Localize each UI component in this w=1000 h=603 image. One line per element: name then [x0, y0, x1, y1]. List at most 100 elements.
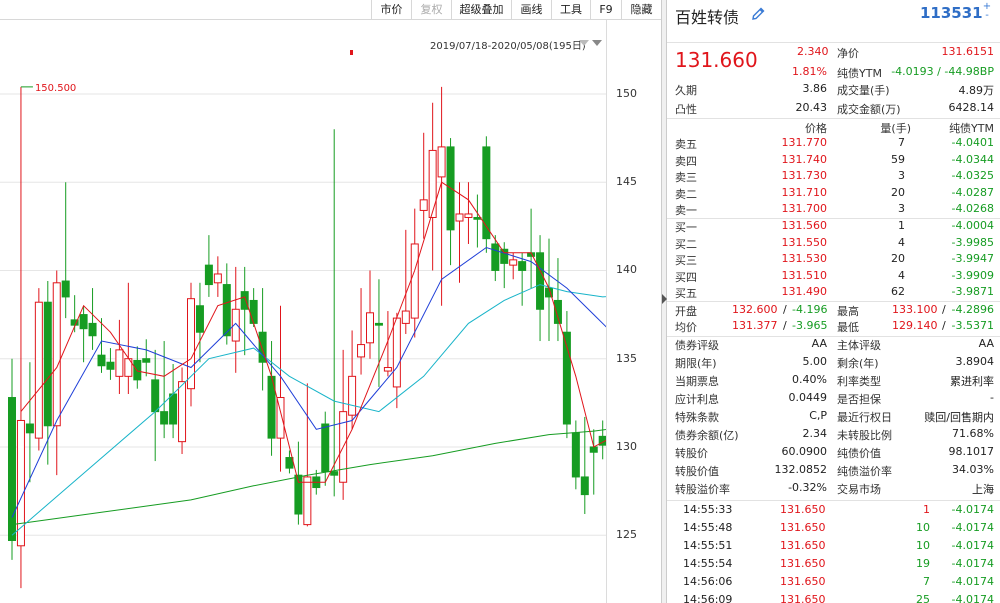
book-ytm: -4.0401	[951, 136, 994, 149]
book-ytm: -4.0004	[951, 219, 994, 232]
toolbar-button-0[interactable]: 市价	[371, 0, 411, 20]
candle-up	[115, 349, 124, 377]
toolbar-button-6[interactable]: 隐藏	[621, 0, 661, 20]
stat-label: 净价	[837, 47, 859, 60]
candle-up	[383, 367, 392, 372]
divider	[667, 218, 1000, 219]
info-value: 34.03%	[952, 463, 994, 476]
candle-down	[222, 284, 231, 337]
candle-up	[303, 476, 312, 526]
book-ytm: -3.9947	[951, 252, 994, 265]
stat-label: 凸性	[675, 103, 697, 116]
candle-down	[285, 457, 294, 469]
info-label: 应计利息	[675, 393, 719, 406]
book-volume: 4	[898, 235, 905, 249]
book-header-vol: 量(手)	[880, 122, 911, 135]
trade-volume: 25	[916, 593, 930, 603]
candle-down	[330, 471, 339, 476]
price-tick-label: 140	[616, 263, 637, 277]
book-price: 131.740	[781, 152, 828, 166]
book-ytm: -4.0268	[951, 202, 994, 215]
book-price: 131.510	[781, 268, 828, 282]
trade-volume: 1	[923, 503, 930, 516]
book-volume: 59	[891, 152, 905, 166]
edit-pencil-icon[interactable]	[750, 6, 766, 22]
candle-down	[79, 314, 88, 330]
book-ytm: -4.0287	[951, 185, 994, 199]
book-ytm: -3.9871	[951, 285, 994, 298]
candle-up	[213, 273, 222, 284]
candle-down	[580, 476, 589, 496]
candle-down	[8, 397, 16, 541]
price-tick-label: 130	[616, 439, 637, 453]
candle-down	[160, 411, 169, 425]
book-ytm: -3.9985	[951, 235, 994, 249]
candle-down	[571, 432, 580, 478]
summary-ytm: -4.196	[792, 303, 828, 316]
trade-time: 14:55:48	[683, 521, 733, 534]
book-price: 131.710	[781, 185, 828, 199]
info-value: -0.32%	[788, 481, 827, 494]
book-label: 卖一	[675, 204, 697, 217]
candle-down	[61, 280, 70, 298]
candle-down	[500, 248, 509, 264]
toolbar-button-2[interactable]: 超级叠加	[451, 0, 511, 20]
book-label: 买五	[675, 287, 697, 300]
info-label: 最近行权日	[837, 411, 892, 424]
chart-panel: 市价 复权 超级叠加 画线 工具 F9 隐藏 2019/07/18-2020/05/08(1…	[0, 0, 661, 603]
trade-time: 14:56:09	[683, 593, 733, 603]
trade-time: 14:56:06	[683, 575, 733, 588]
toolbar-button-3[interactable]: 画线	[511, 0, 551, 20]
summary-slash: /	[942, 319, 946, 332]
book-ytm: -4.0325	[951, 169, 994, 182]
stat-value: 6428.14	[948, 101, 995, 114]
summary-label: 最高	[837, 305, 859, 318]
book-volume: 1	[898, 219, 905, 232]
toolbar-button-4[interactable]: 工具	[551, 0, 590, 20]
summary-ytm: -3.5371	[951, 319, 994, 332]
divider	[667, 500, 1000, 501]
candle-down	[482, 146, 491, 240]
toolbar-button-1[interactable]: 复权	[411, 0, 451, 20]
range-dropdown-icon[interactable]	[592, 40, 602, 46]
stat-label: 久期	[675, 84, 697, 97]
book-volume: 20	[891, 185, 905, 199]
info-value: 60.0900	[781, 445, 828, 458]
candle-down	[195, 305, 204, 333]
add-watchlist-icon[interactable]: + -	[981, 2, 993, 22]
stat-value: 20.43	[795, 101, 828, 114]
info-value: 累进利率	[950, 375, 994, 388]
book-price: 131.530	[781, 252, 828, 265]
candle-up	[428, 149, 437, 218]
trade-price: 131.650	[780, 521, 826, 534]
info-label: 转股价值	[675, 465, 719, 478]
stat-value: 3.86	[802, 82, 828, 95]
kline-chart[interactable]: 150.500	[0, 50, 606, 603]
candle-up	[392, 317, 401, 388]
info-value: 132.0852	[774, 463, 828, 476]
toolbar-button-5[interactable]: F9	[590, 0, 621, 20]
candle-up	[52, 282, 61, 427]
info-value: -	[990, 391, 994, 404]
divider	[667, 118, 1000, 119]
price-tick-label: 145	[616, 175, 637, 189]
info-label: 特殊条款	[675, 411, 719, 424]
range-selector-icon[interactable]	[579, 40, 589, 46]
trade-price: 131.650	[780, 503, 826, 516]
high-marker-label: 150.500	[35, 83, 76, 94]
ma5-line	[20, 181, 606, 483]
trade-ytm: -4.0174	[951, 575, 994, 588]
trade-volume: 10	[916, 521, 930, 534]
info-label: 当期票息	[675, 375, 719, 388]
price-tick-label: 125	[616, 528, 637, 542]
candle-down	[151, 379, 160, 413]
book-volume: 7	[898, 136, 905, 149]
trade-price: 131.650	[780, 575, 826, 588]
book-price: 131.560	[781, 219, 828, 232]
book-header-price: 价格	[805, 122, 827, 135]
info-label: 纯债价值	[837, 447, 881, 460]
candle-up	[366, 312, 374, 344]
candle-down	[240, 291, 249, 310]
info-value: 5.00	[802, 355, 828, 368]
candle-up	[357, 344, 366, 358]
